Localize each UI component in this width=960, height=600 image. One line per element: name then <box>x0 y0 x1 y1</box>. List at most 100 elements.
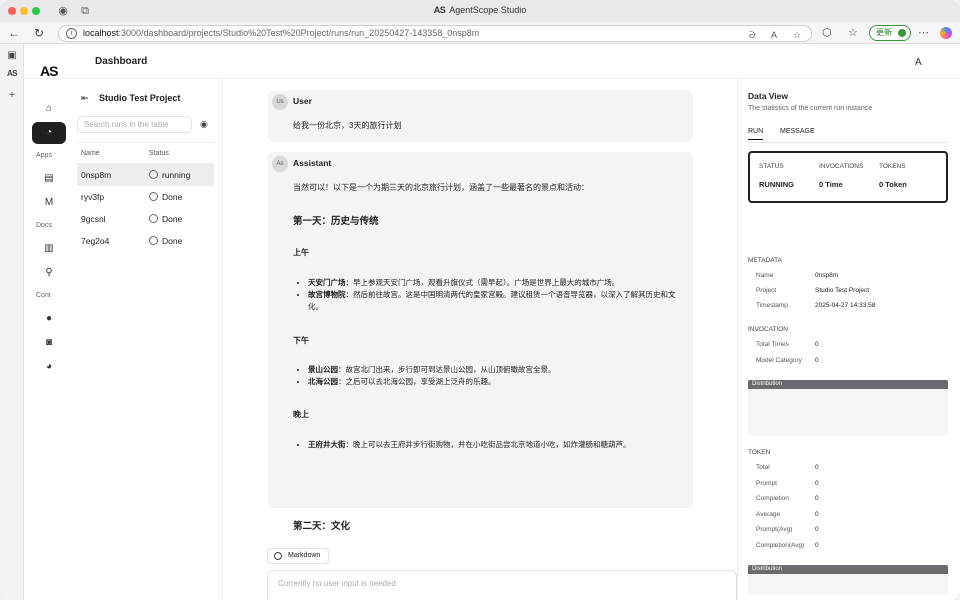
favorite-star-icon[interactable]: ☆ <box>793 28 801 43</box>
message-sender: User <box>293 96 312 106</box>
invocation-key: Model Category <box>756 357 802 364</box>
eye-icon[interactable]: ◉ <box>200 119 208 130</box>
invocation-key: Total Times <box>756 341 789 348</box>
table-row[interactable]: 7eg2o4 Done <box>77 230 214 252</box>
favorites-icon[interactable]: ☆ <box>848 26 858 39</box>
url-field[interactable]: i localhost:3000/dashboard/projects/Stud… <box>58 25 812 42</box>
user-input-field[interactable]: Currently no user input is needed <box>267 570 737 600</box>
copilot-icon[interactable] <box>940 27 952 39</box>
metadata-key: Timestamp <box>756 302 788 309</box>
table-row[interactable]: 9gcsnl Done <box>77 208 214 230</box>
metadata-value: Studio Test Project <box>815 287 870 294</box>
list-item: 天安门广场：早上参观天安门广场，观看升旗仪式（需早起）。广场是世界上最大的城市广… <box>308 277 688 289</box>
back-to-projects-icon[interactable]: ⇤ <box>81 93 91 104</box>
search-runs-input[interactable]: Search runs in the table <box>77 116 192 133</box>
tab-run[interactable]: RUN <box>748 128 764 140</box>
github-icon[interactable]: ● <box>32 308 66 330</box>
tokens-label: TOKENS <box>879 163 906 170</box>
invocation-value: 0 <box>815 357 819 364</box>
list-item: 王府井大街：晚上可以去王府井步行街购物，并在小吃街品尝北京地道小吃，如炸灌肠和糖… <box>308 439 688 451</box>
run-name: 7eg2o4 <box>81 236 110 246</box>
done-check-icon <box>149 236 158 245</box>
back-arrow-icon[interactable]: ← <box>6 25 22 41</box>
app-logo[interactable]: AS <box>40 63 58 79</box>
discord-icon[interactable]: ◙ <box>32 332 66 354</box>
distribution-header: Distribution <box>748 565 948 574</box>
tab-message[interactable]: MESSAGE <box>780 128 815 139</box>
runs-panel: ⇤ Studio Test Project Search runs in the … <box>73 78 223 600</box>
token-value: 0 <box>815 480 819 487</box>
read-aloud-icon[interactable]: ᘒ <box>749 28 755 43</box>
user-avatar: Us <box>272 94 288 110</box>
status-summary-card: STATUS INVOCATIONS TOKENS RUNNING 0 Time… <box>748 151 948 203</box>
dashboard-icon[interactable]: ◔ <box>32 122 66 144</box>
site-info-icon[interactable]: i <box>66 28 77 39</box>
browser-window: ◉ ⧉ AS AgentScope Studio ← ↻ i localhost:… <box>0 0 960 600</box>
table-row[interactable]: 0nsp8m running <box>77 164 214 186</box>
distribution-chart <box>748 574 948 594</box>
tabs-divider <box>748 142 948 143</box>
document-icon[interactable]: ▤ <box>32 168 66 190</box>
dingtalk-icon[interactable]: ◕ <box>32 356 66 378</box>
text-size-icon[interactable]: A <box>771 28 777 43</box>
invocation-value: 0 <box>815 341 819 348</box>
message-sender: Assistant <box>293 158 332 168</box>
done-check-icon <box>149 192 158 201</box>
title-bar: ◉ ⧉ AS AgentScope Studio <box>0 0 960 22</box>
metadata-section-label: METADATA <box>748 257 782 264</box>
column-name-header[interactable]: Name <box>81 143 100 165</box>
run-status: Done <box>149 186 182 208</box>
agentscope-tab-icon[interactable]: AS <box>6 68 18 80</box>
project-header: ⇤ Studio Test Project <box>81 93 180 104</box>
m-app-icon[interactable]: M <box>32 192 66 214</box>
run-status: running <box>149 164 190 186</box>
token-value: 0 <box>815 464 819 471</box>
metadata-value: 0nsp8m <box>815 272 839 279</box>
afternoon-list: 景山公园：故宫北门出来，步行即可到达景山公园，从山顶俯瞰故宫全景。 北海公园：之… <box>308 364 688 388</box>
markdown-toggle-button[interactable]: Markdown <box>267 548 330 564</box>
run-name: 0nsp8m <box>81 170 112 180</box>
data-view-title: Data View <box>748 91 789 101</box>
api-link-icon[interactable]: ⚲ <box>32 262 66 284</box>
column-status-header[interactable]: Status <box>149 143 169 165</box>
chat-panel: Us User 给我一份北京，3天的旅行计划 As Assistant 当然可以… <box>223 78 737 600</box>
list-item: 北海公园：之后可以去北海公园，享受湖上泛舟的乐趣。 <box>308 376 688 388</box>
evening-list: 王府井大街：晚上可以去王府井步行街购物，并在小吃街品尝北京地道小吃，如炸灌肠和糖… <box>308 439 688 451</box>
reload-icon[interactable]: ↻ <box>31 25 47 41</box>
token-section-label: TOKEN <box>748 449 771 456</box>
tab-actions-icon[interactable]: ▣ <box>6 50 18 62</box>
book-icon[interactable]: ▥ <box>32 238 66 260</box>
list-item: 景山公园：故宫北门出来，步行即可到达景山公园，从山顶俯瞰故宫全景。 <box>308 364 688 376</box>
status-value: RUNNING <box>759 180 794 189</box>
metadata-key: Name <box>756 272 774 279</box>
project-name: Studio Test Project <box>99 93 181 103</box>
afternoon-heading: 下午 <box>293 336 309 345</box>
translate-icon[interactable]: A <box>915 57 922 68</box>
extensions-icon[interactable]: ⬡ <box>822 26 832 39</box>
day2-heading: 第二天：文化 <box>293 521 351 532</box>
app: AS Dashboard A ⌂ ◔ Apps ▤ M Docs ▥ ⚲ Con… <box>25 44 960 600</box>
run-status: Done <box>149 230 182 252</box>
run-name: ryv3fp <box>81 192 105 202</box>
update-status-icon <box>898 29 906 37</box>
token-key: Prompt(Avg) <box>756 526 793 533</box>
running-icon <box>149 170 158 179</box>
update-button[interactable]: 更新 <box>869 25 911 41</box>
more-menu-icon[interactable]: ⋯ <box>918 26 929 39</box>
run-status: Done <box>149 208 182 230</box>
distribution-chart <box>748 389 948 435</box>
contact-section-label: Cont <box>36 292 51 299</box>
address-bar-row: ← ↻ i localhost:3000/dashboard/projects/… <box>0 22 960 44</box>
runs-table: Name Status 0nsp8m running ryv3fp Done 9… <box>77 142 214 252</box>
data-view-subtitle: The statistics of the current run instan… <box>748 105 873 112</box>
new-tab-icon[interactable]: + <box>6 90 18 102</box>
home-icon[interactable]: ⌂ <box>32 98 66 120</box>
check-circle-icon <box>274 552 282 560</box>
table-row[interactable]: ryv3fp Done <box>77 186 214 208</box>
list-item: 故宫博物院：然后前往故宫。这是中国明清两代的皇家宫殿。建议租赁一个语音导览器，以… <box>308 289 688 313</box>
nav-rail: ⌂ ◔ Apps ▤ M Docs ▥ ⚲ Cont ● ◙ ◕ <box>25 78 73 600</box>
docs-section-label: Docs <box>36 222 52 229</box>
tokens-value: 0 Token <box>879 180 907 189</box>
evening-heading: 晚上 <box>293 410 309 419</box>
token-key: Completion(Avg) <box>756 542 805 549</box>
